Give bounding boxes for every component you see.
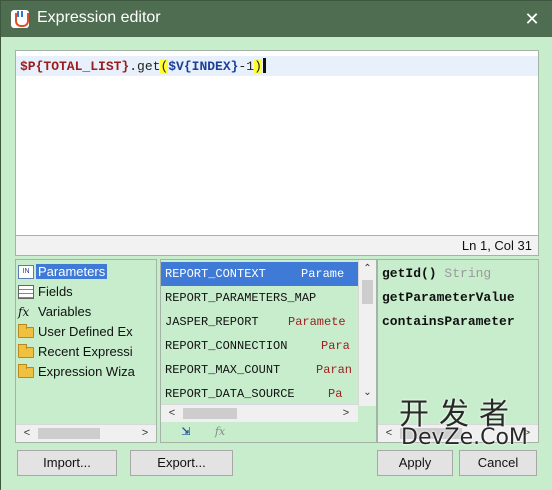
cancel-button[interactable]: Cancel — [459, 450, 537, 476]
fx-icon: fx — [18, 305, 30, 319]
category-item[interactable]: Fields — [18, 282, 156, 302]
code-token-plain: -1 — [238, 59, 255, 74]
apply-button[interactable]: Apply — [377, 450, 453, 476]
category-item[interactable]: Expression Wiza — [18, 362, 156, 382]
scroll-left-arrow-icon[interactable]: < — [163, 405, 181, 422]
parameter-name: REPORT_CONTEXT — [165, 267, 266, 281]
fields-icon — [18, 285, 34, 299]
method-name: getParameterValue — [382, 290, 515, 305]
code-token-var: $V{INDEX} — [168, 59, 239, 74]
method-hscrollbar[interactable]: < > — [378, 424, 538, 442]
category-label: Fields — [38, 284, 73, 299]
scroll-down-arrow-icon[interactable]: ⌄ — [359, 384, 376, 402]
code-token-plain: .get — [129, 59, 161, 74]
parameter-name: JASPER_REPORT — [165, 315, 259, 329]
editor-status-bar: Ln 1, Col 31 — [15, 236, 539, 256]
insert-parameter-icon[interactable]: ⇲ — [175, 424, 197, 440]
category-item[interactable]: User Defined Ex — [18, 322, 156, 342]
folder-icon — [18, 364, 34, 378]
list-toolbar: ⇲ fx — [161, 422, 376, 442]
cursor-position: Ln 1, Col 31 — [461, 238, 532, 253]
parameter-type: Para — [321, 339, 350, 353]
parameter-item[interactable]: REPORT_CONTEXT Parame — [161, 262, 359, 286]
text-caret — [262, 58, 266, 73]
category-label: Parameters — [36, 264, 108, 279]
parameter-type: Parame — [301, 267, 345, 281]
folder-icon — [18, 324, 34, 338]
method-item[interactable]: getParameterValue — [382, 290, 515, 305]
scroll-thumb[interactable] — [362, 280, 373, 304]
category-hscrollbar[interactable]: < > — [16, 424, 156, 442]
scroll-thumb[interactable] — [38, 428, 100, 439]
category-label: Recent Expressi — [38, 344, 133, 359]
close-icon[interactable]: ✕ — [521, 8, 543, 30]
parameter-name: REPORT_MAX_COUNT — [165, 363, 281, 377]
scroll-left-arrow-icon[interactable]: < — [380, 425, 398, 442]
parameter-type: Paran — [316, 363, 353, 377]
category-label: Variables — [38, 304, 92, 319]
method-return-type: String — [436, 266, 492, 281]
import-button[interactable]: Import... — [17, 450, 117, 476]
title-bar[interactable]: Expression editor ✕ — [1, 1, 552, 37]
category-label: User Defined Ex — [38, 324, 133, 339]
current-line-highlight: $P{TOTAL_LIST}.get($V{INDEX}-1) — [16, 56, 538, 76]
scroll-right-arrow-icon[interactable]: > — [337, 405, 355, 422]
category-item[interactable]: IN Parameters — [18, 262, 156, 282]
category-label: Expression Wiza — [38, 364, 135, 379]
expression-text-area[interactable]: $P{TOTAL_LIST}.get($V{INDEX}-1) — [15, 50, 539, 236]
parameter-name: REPORT_CONNECTION — [165, 339, 288, 353]
parameter-name: REPORT_PARAMETERS_MAP — [165, 291, 317, 305]
method-name: getId() — [382, 266, 437, 281]
parameter-list[interactable]: REPORT_DATA_SOURCE Pa REPORT_MAX_COUNT Para… — [160, 259, 377, 443]
parameter-item[interactable]: JASPER_REPORT Paramete — [161, 310, 359, 334]
scroll-up-arrow-icon[interactable]: ⌃ — [359, 260, 376, 278]
category-tree[interactable]: < > IN Parameters Fields fx Variables User De… — [15, 259, 157, 443]
expression-editor-window: Expression editor ✕ $P{TOTAL_LIST}.get($… — [0, 0, 552, 490]
scroll-thumb[interactable] — [183, 408, 237, 419]
method-item[interactable]: containsParameter — [382, 314, 515, 329]
method-list[interactable]: containsParameter getParameterValue getId(… — [377, 259, 539, 443]
parameter-name: REPORT_DATA_SOURCE — [165, 387, 295, 401]
window-title: Expression editor — [37, 9, 161, 26]
dialog-content: $P{TOTAL_LIST}.get($V{INDEX}-1) Ln 1, Co… — [1, 37, 552, 490]
parameter-hscrollbar[interactable]: < > — [161, 404, 358, 422]
parameters-icon: IN — [18, 265, 34, 279]
folder-icon — [18, 344, 34, 358]
category-item[interactable]: Recent Expressi — [18, 342, 156, 362]
export-button[interactable]: Export... — [130, 450, 233, 476]
scroll-thumb[interactable] — [400, 428, 462, 439]
object-browser: < > IN Parameters Fields fx Variables User De… — [15, 259, 539, 443]
scroll-right-arrow-icon[interactable]: > — [136, 425, 154, 442]
parameter-item[interactable]: REPORT_DATA_SOURCE Pa — [161, 382, 359, 406]
parameter-item[interactable]: REPORT_PARAMETERS_MAP — [161, 286, 359, 310]
category-item[interactable]: fx Variables — [18, 302, 156, 322]
java-app-icon — [11, 10, 29, 28]
method-item[interactable]: getId() String — [382, 266, 491, 281]
parameter-vscrollbar[interactable]: ⌃ ⌄ — [358, 260, 376, 406]
filter-fx-icon[interactable]: fx — [209, 424, 231, 440]
code-token-paren: ) — [254, 59, 262, 74]
scroll-right-arrow-icon[interactable]: > — [518, 425, 536, 442]
parameter-type: Paramete — [288, 315, 346, 329]
scroll-left-arrow-icon[interactable]: < — [18, 425, 36, 442]
parameter-type: Pa — [328, 387, 343, 401]
method-name: containsParameter — [382, 314, 515, 329]
parameter-item[interactable]: REPORT_MAX_COUNT Paran — [161, 358, 359, 382]
expression-code[interactable]: $P{TOTAL_LIST}.get($V{INDEX}-1) — [20, 58, 266, 74]
code-token-param: $P{TOTAL_LIST} — [20, 59, 130, 74]
parameter-item[interactable]: REPORT_CONNECTION Para — [161, 334, 359, 358]
